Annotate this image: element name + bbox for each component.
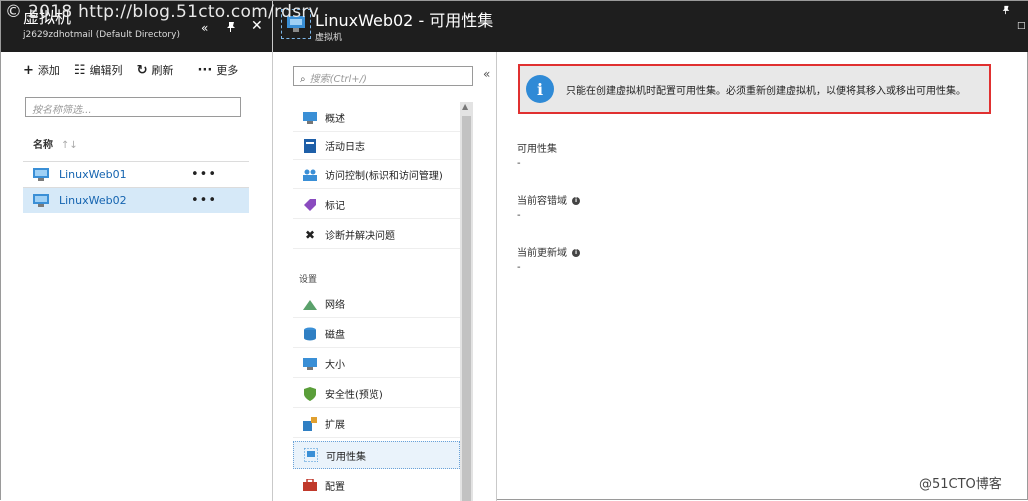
row-more-icon[interactable]: •••: [191, 167, 217, 182]
menu-item-networking[interactable]: 网络: [293, 290, 460, 318]
menu-item-tags[interactable]: 标记: [293, 191, 460, 219]
vm-name: LinuxWeb02: [59, 194, 127, 207]
menu-item-diagnose[interactable]: ✖ 诊断并解决问题: [293, 221, 460, 249]
vm-toolbar: + 添加 ☷ 编辑列 ↻ 刷新 ··· 更多: [1, 52, 272, 88]
corner-watermark: @51CTO博客: [919, 477, 1002, 492]
blade-title: LinuxWeb02 - 可用性集: [315, 11, 494, 30]
section-settings-heading: 设置: [299, 275, 318, 285]
menu-search-input[interactable]: ⌕ 搜索(Ctrl+/): [293, 66, 473, 86]
prop-update-domain: 当前更新域 i -: [517, 244, 580, 273]
tag-icon: [303, 198, 317, 212]
availability-set-icon: [304, 448, 318, 462]
edit-columns-button[interactable]: ☷ 编辑列: [74, 62, 123, 78]
prop-label: 可用性集: [517, 144, 557, 155]
filter-by-name-input[interactable]: 按名称筛选...: [25, 97, 241, 117]
scroll-thumb[interactable]: [462, 116, 471, 501]
prop-label: 当前容错域: [517, 196, 567, 207]
blade-subtitle: 虚拟机: [315, 33, 343, 43]
vm-icon: [33, 194, 49, 207]
blade-maximize-icon[interactable]: □: [1017, 21, 1026, 31]
name-column-header[interactable]: 名称 ↑↓: [33, 136, 78, 151]
collapse-menu-icon[interactable]: «: [483, 67, 490, 81]
menu-item-access-control[interactable]: 访问控制(标识和访问管理): [293, 161, 460, 189]
notice-text: 只能在创建虚拟机时配置可用性集。必须重新创建虚拟机，以便将其移入或移出可用性集。: [566, 85, 966, 97]
prop-label: 当前更新域: [517, 248, 567, 259]
pin-icon[interactable]: [225, 21, 237, 36]
activity-log-icon: [303, 138, 317, 153]
vm-list: LinuxWeb01 ••• LinuxWeb02 •••: [23, 161, 249, 213]
shield-icon: [303, 386, 317, 401]
info-tooltip-icon[interactable]: i: [572, 249, 580, 257]
menu-item-activity-log[interactable]: 活动日志: [293, 132, 460, 160]
menu-item-size[interactable]: 大小: [293, 350, 460, 378]
more-dots-icon: ···: [197, 62, 213, 78]
add-button[interactable]: + 添加: [23, 62, 60, 78]
size-icon: [303, 357, 317, 371]
row-more-icon[interactable]: •••: [191, 193, 217, 208]
vm-list-blade: 虚拟机 j2629zdhotmail (Default Directory) «…: [1, 1, 273, 501]
menu-item-configuration[interactable]: 配置: [293, 471, 460, 499]
scroll-up-icon[interactable]: ▲: [462, 102, 468, 111]
window-frame: 虚拟机 j2629zdhotmail (Default Directory) «…: [0, 0, 1028, 501]
resource-menu: ⌕ 搜索(Ctrl+/) « ▲ 概述 活动日志 访问控制(标识和访问管理) 标记…: [273, 52, 497, 501]
search-icon: ⌕: [300, 74, 306, 85]
prop-value: -: [517, 158, 521, 169]
prop-value: -: [517, 210, 521, 221]
menu-item-availability-set[interactable]: 可用性集: [293, 441, 460, 469]
menu-scrollbar[interactable]: ▲: [460, 102, 473, 501]
watermark: © 2018 http://blog.51cto.com/rdsrv: [5, 2, 320, 22]
vm-row-linuxweb01[interactable]: LinuxWeb01 •••: [23, 161, 249, 187]
availability-blade-header: LinuxWeb02 - 可用性集 虚拟机 □: [273, 1, 1028, 52]
network-icon: [303, 297, 317, 311]
menu-item-extensions[interactable]: 扩展: [293, 410, 460, 438]
toolbox-icon: [303, 478, 317, 492]
users-icon: [303, 168, 317, 182]
info-icon: i: [526, 75, 554, 103]
vm-name: LinuxWeb01: [59, 168, 127, 181]
sort-icon: ↑↓: [61, 140, 78, 151]
overview-icon: [303, 111, 317, 125]
menu-item-security[interactable]: 安全性(预览): [293, 380, 460, 408]
columns-icon: ☷: [73, 62, 86, 78]
prop-fault-domain: 当前容错域 i -: [517, 192, 580, 221]
menu-item-disks[interactable]: 磁盘: [293, 320, 460, 348]
info-tooltip-icon[interactable]: i: [572, 197, 580, 205]
more-button[interactable]: ··· 更多: [197, 62, 238, 78]
availability-set-content: i 只能在创建虚拟机时配置可用性集。必须重新创建虚拟机，以便将其移入或移出可用性…: [498, 52, 1028, 501]
vm-row-linuxweb02[interactable]: LinuxWeb02 •••: [23, 187, 249, 213]
refresh-button[interactable]: ↻ 刷新: [137, 62, 174, 78]
refresh-icon: ↻: [136, 62, 148, 78]
info-notice: i 只能在创建虚拟机时配置可用性集。必须重新创建虚拟机，以便将其移入或移出可用性…: [518, 64, 991, 114]
extensions-icon: [303, 416, 317, 431]
collapse-left-icon[interactable]: «: [201, 21, 208, 35]
wrench-icon: ✖: [304, 227, 316, 242]
blade-pin-icon[interactable]: [1001, 5, 1011, 18]
prop-value: -: [517, 262, 521, 273]
prop-availability-set: 可用性集 -: [517, 140, 557, 169]
menu-item-overview[interactable]: 概述: [293, 104, 460, 132]
plus-icon: +: [23, 62, 34, 78]
vm-icon: [33, 168, 49, 181]
disk-icon: [303, 327, 317, 341]
